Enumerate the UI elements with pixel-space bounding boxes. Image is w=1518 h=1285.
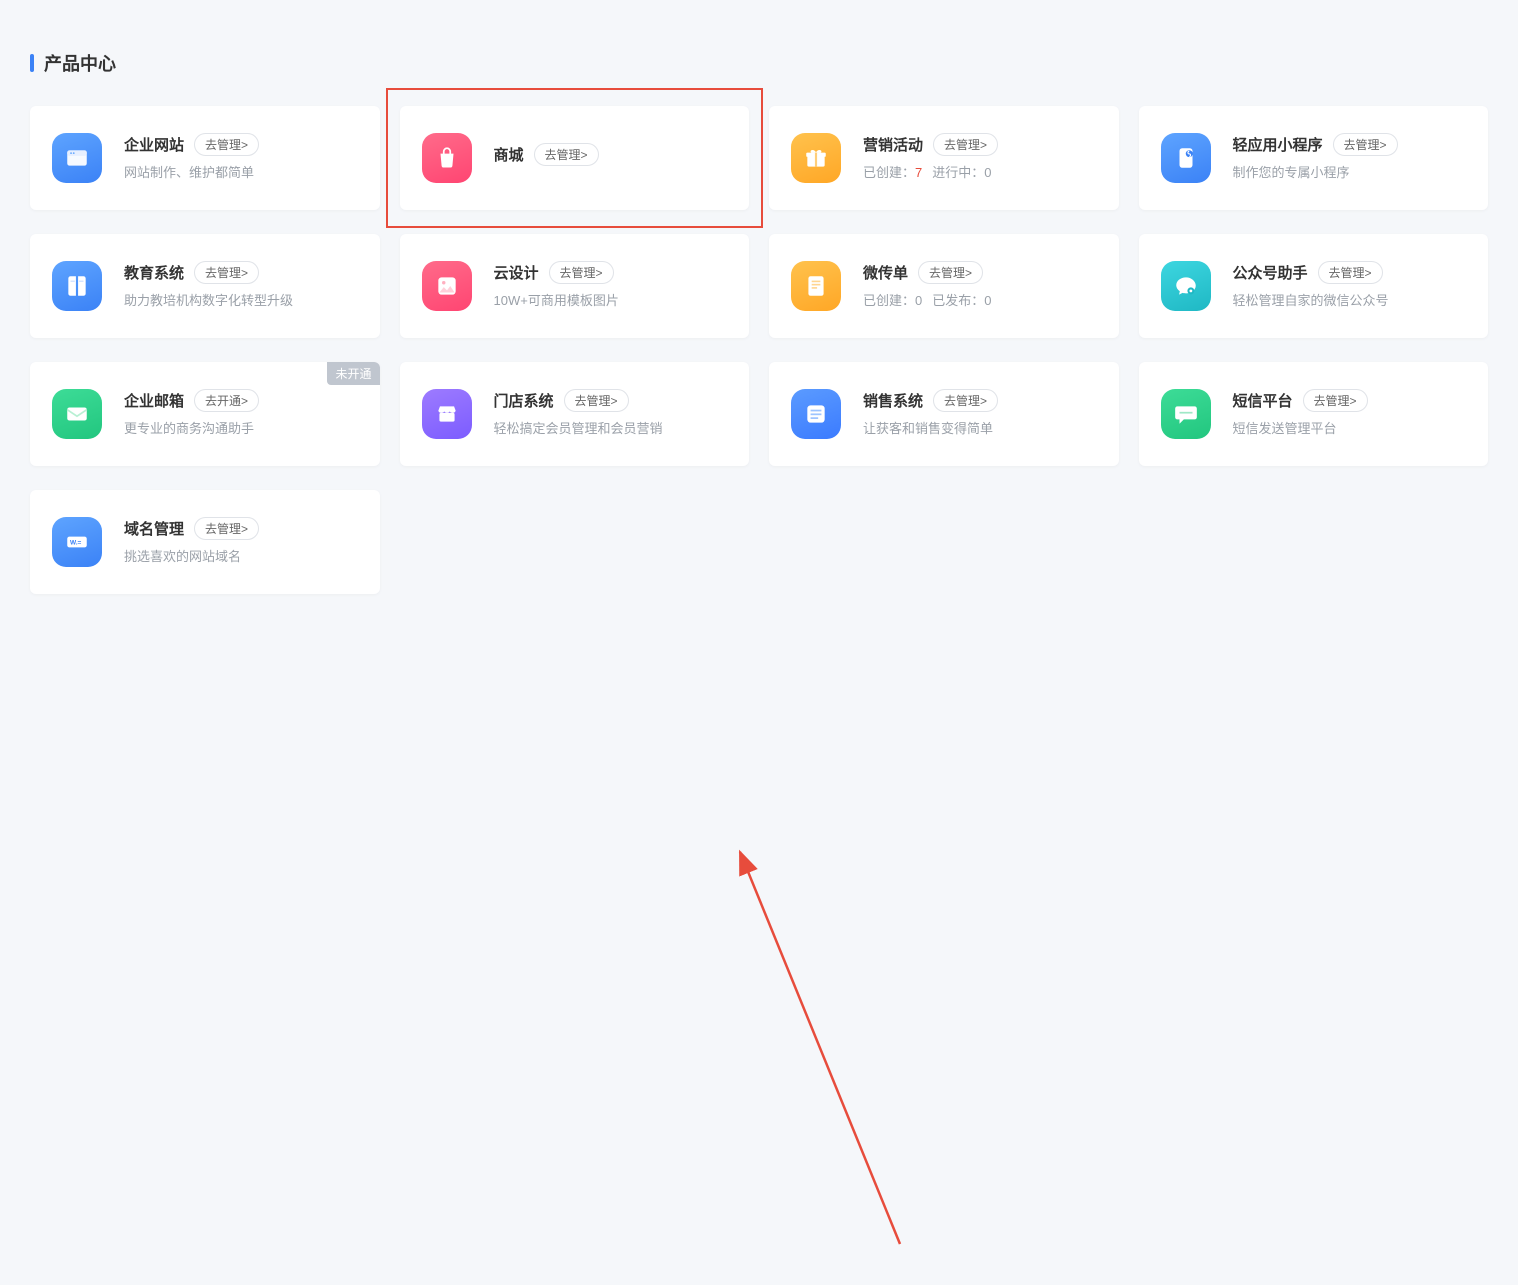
card-title: 云设计 <box>494 262 539 283</box>
card-desc: 轻松搞定会员管理和会员营销 <box>494 420 728 438</box>
product-grid: 企业网站去管理>网站制作、维护都简单商城去管理>营销活动去管理>已创建：7进行中… <box>30 106 1488 594</box>
card-desc: 助力教培机构数字化转型升级 <box>124 292 358 310</box>
manage-button[interactable]: 去管理> <box>1318 261 1383 284</box>
manage-button[interactable]: 去管理> <box>918 261 983 284</box>
card-desc: 已创建：7进行中：0 <box>863 164 1097 182</box>
card-body: 云设计去管理> 10W+可商用模板图片 <box>494 261 728 310</box>
card-title: 域名管理 <box>124 518 184 539</box>
manage-button[interactable]: 去管理> <box>1333 133 1398 156</box>
card-body: 微传单去管理> 已创建：0已发布：0 <box>863 261 1097 310</box>
manage-button[interactable]: 去开通> <box>194 389 259 412</box>
card-desc: 让获客和销售变得简单 <box>863 420 1097 438</box>
product-card-domain[interactable]: W.= 域名管理去管理> 挑选喜欢的网站域名 <box>30 490 380 594</box>
wechat-gear-icon <box>1161 261 1211 311</box>
card-title: 营销活动 <box>863 134 923 155</box>
arrow-annotation <box>0 624 1518 1285</box>
product-card-sms[interactable]: 短信平台去管理> 短信发送管理平台 <box>1139 362 1489 466</box>
manage-button[interactable]: 去管理> <box>549 261 614 284</box>
card-desc: 已创建：0已发布：0 <box>863 292 1097 310</box>
manage-button[interactable]: 去管理> <box>933 389 998 412</box>
card-title: 短信平台 <box>1233 390 1293 411</box>
mobile-miniapp-icon <box>1161 133 1211 183</box>
card-title: 轻应用小程序 <box>1233 134 1323 155</box>
card-body: 公众号助手去管理> 轻松管理自家的微信公众号 <box>1233 261 1467 310</box>
product-card-sales-system[interactable]: 销售系统去管理> 让获客和销售变得简单 <box>769 362 1119 466</box>
card-body: 教育系统去管理> 助力教培机构数字化转型升级 <box>124 261 358 310</box>
manage-button[interactable]: 去管理> <box>194 261 259 284</box>
section-title-text: 产品中心 <box>44 50 116 76</box>
image-icon <box>422 261 472 311</box>
card-desc: 轻松管理自家的微信公众号 <box>1233 292 1467 310</box>
card-title: 门店系统 <box>494 390 554 411</box>
domain-icon: W.= <box>52 517 102 567</box>
card-desc: 短信发送管理平台 <box>1233 420 1467 438</box>
product-card-miniapp[interactable]: 轻应用小程序去管理> 制作您的专属小程序 <box>1139 106 1489 210</box>
card-body: 营销活动去管理> 已创建：7进行中：0 <box>863 133 1097 182</box>
manage-button[interactable]: 去管理> <box>564 389 629 412</box>
card-title: 商城 <box>494 144 524 165</box>
section-title: 产品中心 <box>30 50 1488 76</box>
browser-window-icon <box>52 133 102 183</box>
manage-button[interactable]: 去管理> <box>933 133 998 156</box>
product-card-micro-flyer[interactable]: 微传单去管理> 已创建：0已发布：0 <box>769 234 1119 338</box>
card-title: 企业邮箱 <box>124 390 184 411</box>
gift-icon <box>791 133 841 183</box>
product-card-website[interactable]: 企业网站去管理> 网站制作、维护都简单 <box>30 106 380 210</box>
product-card-mall[interactable]: 商城去管理> <box>400 106 750 210</box>
card-title: 企业网站 <box>124 134 184 155</box>
product-card-email[interactable]: 企业邮箱去开通> 更专业的商务沟通助手 未开通 <box>30 362 380 466</box>
card-body: 商城去管理> <box>494 143 728 174</box>
card-body: 短信平台去管理> 短信发送管理平台 <box>1233 389 1467 438</box>
manage-button[interactable]: 去管理> <box>194 133 259 156</box>
manage-button[interactable]: 去管理> <box>534 143 599 166</box>
card-title: 教育系统 <box>124 262 184 283</box>
card-title: 销售系统 <box>863 390 923 411</box>
chat-icon <box>1161 389 1211 439</box>
section-title-bar <box>30 54 34 72</box>
manage-button[interactable]: 去管理> <box>1303 389 1368 412</box>
product-card-education[interactable]: 教育系统去管理> 助力教培机构数字化转型升级 <box>30 234 380 338</box>
card-body: 域名管理去管理> 挑选喜欢的网站域名 <box>124 517 358 566</box>
card-body: 门店系统去管理> 轻松搞定会员管理和会员营销 <box>494 389 728 438</box>
storefront-icon <box>422 389 472 439</box>
status-tag: 未开通 <box>327 362 379 385</box>
card-body: 销售系统去管理> 让获客和销售变得简单 <box>863 389 1097 438</box>
product-card-store-system[interactable]: 门店系统去管理> 轻松搞定会员管理和会员营销 <box>400 362 750 466</box>
card-title: 微传单 <box>863 262 908 283</box>
manage-button[interactable]: 去管理> <box>194 517 259 540</box>
flyer-icon <box>791 261 841 311</box>
list-icon <box>791 389 841 439</box>
product-card-marketing[interactable]: 营销活动去管理> 已创建：7进行中：0 <box>769 106 1119 210</box>
card-desc: 制作您的专属小程序 <box>1233 164 1467 182</box>
card-title: 公众号助手 <box>1233 262 1308 283</box>
product-card-wechat-assistant[interactable]: 公众号助手去管理> 轻松管理自家的微信公众号 <box>1139 234 1489 338</box>
card-body: 企业网站去管理> 网站制作、维护都简单 <box>124 133 358 182</box>
card-body: 轻应用小程序去管理> 制作您的专属小程序 <box>1233 133 1467 182</box>
svg-text:W.=: W.= <box>70 540 82 547</box>
book-icon <box>52 261 102 311</box>
card-desc: 10W+可商用模板图片 <box>494 292 728 310</box>
envelope-icon <box>52 389 102 439</box>
product-card-cloud-design[interactable]: 云设计去管理> 10W+可商用模板图片 <box>400 234 750 338</box>
shopping-bag-icon <box>422 133 472 183</box>
card-desc: 挑选喜欢的网站域名 <box>124 548 358 566</box>
card-body: 企业邮箱去开通> 更专业的商务沟通助手 <box>124 389 358 438</box>
card-desc: 更专业的商务沟通助手 <box>124 420 358 438</box>
card-desc: 网站制作、维护都简单 <box>124 164 358 182</box>
